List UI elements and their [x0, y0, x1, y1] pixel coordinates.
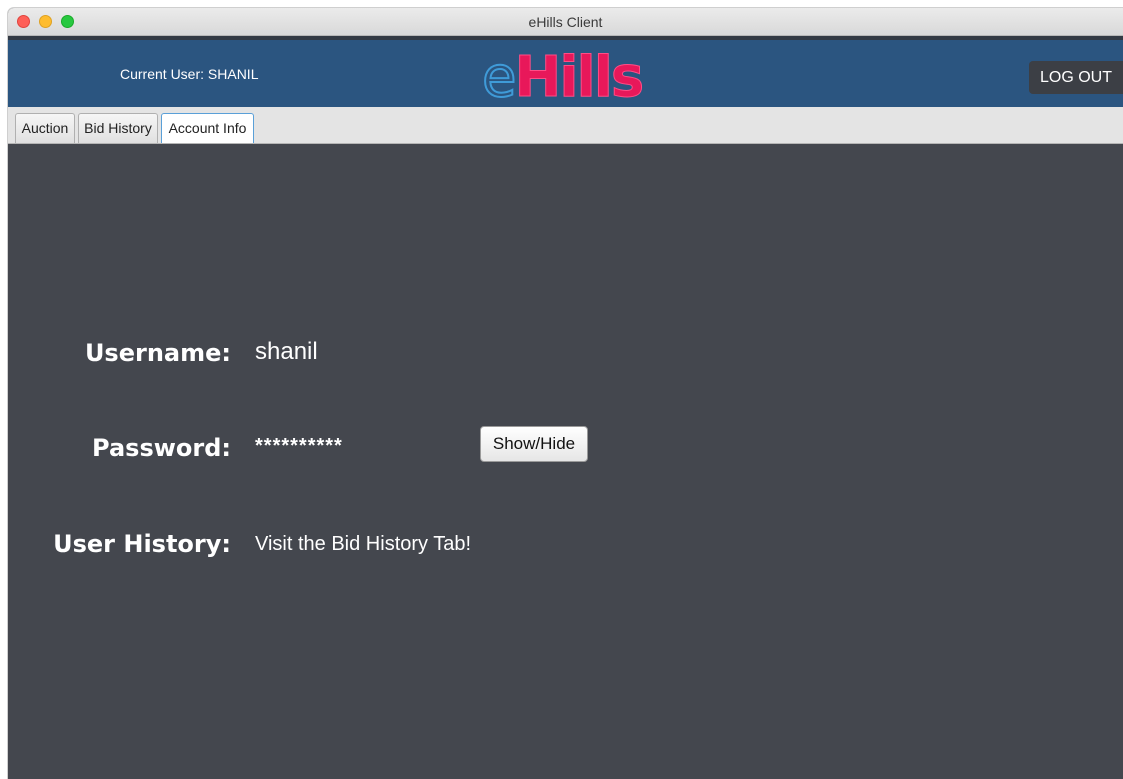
logo-hills: Hills [514, 45, 645, 110]
app-window: eHills Client Current User: SHANIL eHill… [8, 8, 1123, 779]
window-title: eHills Client [528, 14, 603, 30]
tab-bar: Auction Bid History Account Info [8, 107, 1123, 144]
tab-auction[interactable]: Auction [15, 113, 75, 143]
user-history-label: User History: [53, 530, 231, 558]
show-hide-button[interactable]: Show/Hide [480, 426, 588, 462]
ehills-logo: eHills [481, 45, 645, 110]
logo-e: e [481, 45, 518, 110]
password-label: Password: [92, 434, 231, 462]
username-value: shanil [255, 338, 318, 365]
user-history-value: Visit the Bid History Tab! [255, 533, 472, 555]
app-header: Current User: SHANIL eHills LOG OUT [8, 36, 1123, 110]
account-info-panel: Username: shanil Password: ********** Sh… [8, 144, 1123, 779]
current-user-label: Current User: SHANIL [120, 66, 259, 82]
title-bar[interactable]: eHills Client [8, 8, 1123, 36]
tab-bid-history[interactable]: Bid History [78, 113, 158, 143]
logout-button[interactable]: LOG OUT [1029, 61, 1123, 94]
tab-account-info[interactable]: Account Info [161, 113, 254, 143]
password-value: ********** [255, 435, 343, 457]
username-label: Username: [84, 339, 231, 367]
